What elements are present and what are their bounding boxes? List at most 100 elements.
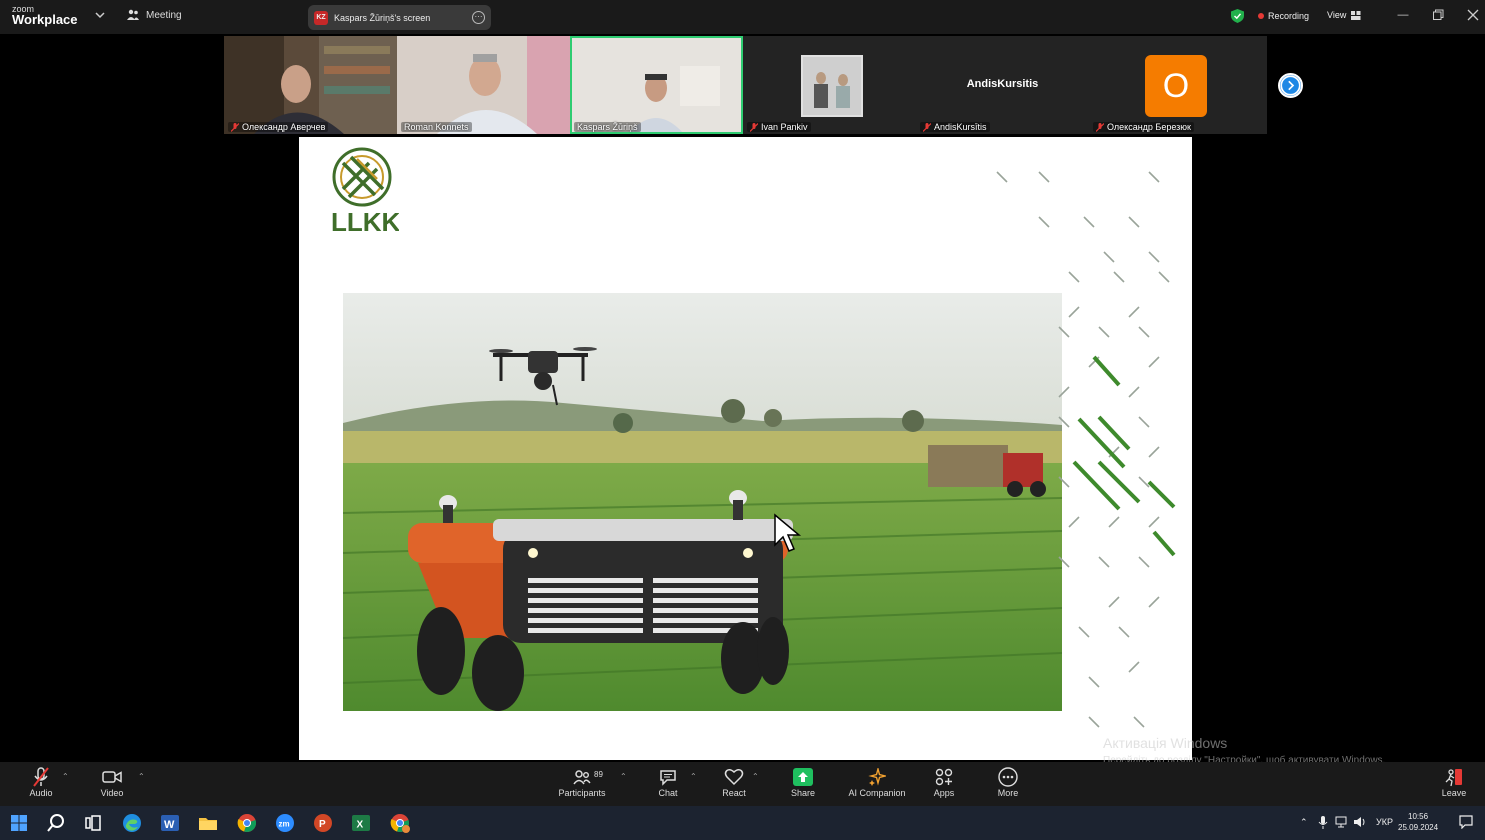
chat-icon	[660, 770, 676, 786]
chrome-icon[interactable]	[236, 812, 258, 834]
more-dots-icon	[998, 767, 1018, 787]
tray-mic-icon[interactable]	[1318, 816, 1328, 829]
video-camera-icon	[102, 771, 122, 783]
audio-options-caret-icon[interactable]: ⌃	[62, 772, 69, 781]
mic-muted-icon	[231, 122, 239, 132]
apps-button[interactable]: Apps	[929, 766, 959, 804]
presenter-avatar: KZ	[314, 10, 328, 25]
close-icon[interactable]	[1466, 8, 1480, 22]
mic-muted-icon	[1096, 122, 1104, 132]
more-label: More	[997, 788, 1019, 798]
chat-button[interactable]: Chat	[654, 766, 682, 804]
mic-muted-icon	[33, 767, 49, 787]
chrome-profile-icon[interactable]	[389, 812, 411, 834]
edge-browser-icon[interactable]	[121, 812, 143, 834]
video-options-caret-icon[interactable]: ⌃	[138, 772, 145, 781]
participant-initial-avatar: O	[1145, 55, 1207, 117]
participant-name: Олександр Березюк	[1093, 122, 1194, 132]
zoom-app-icon[interactable]: zm	[274, 812, 296, 834]
heart-icon	[724, 769, 744, 786]
powerpoint-icon[interactable]: P	[312, 812, 334, 834]
participants-label: Participants	[558, 788, 606, 798]
ai-companion-label: AI Companion	[848, 788, 906, 798]
chat-options-caret-icon[interactable]: ⌃	[690, 772, 697, 781]
windows-start-icon[interactable]	[8, 812, 30, 834]
meeting-button[interactable]: Meeting	[126, 9, 182, 21]
react-label: React	[722, 788, 746, 798]
participant-thumbnail	[743, 36, 916, 134]
chevron-down-icon[interactable]	[94, 9, 106, 21]
participant-name-text: Roman Konnets	[404, 122, 469, 132]
meeting-toolbar: Audio ⌃ Video ⌃ Participants 89 ⌃ Chat ⌃…	[0, 762, 1485, 806]
title-bar: zoom Workplace Meeting KZ Kaspars Žūriņš…	[0, 0, 1485, 34]
tray-language[interactable]: УКР	[1376, 817, 1393, 827]
sparkle-icon	[868, 768, 886, 786]
mic-muted-icon	[750, 122, 758, 132]
video-gallery-strip: Олександр Аверчев Roman Konnets Kaspars …	[224, 36, 1267, 134]
participant-name: Kaspars Žūriņš	[574, 122, 641, 132]
apps-icon	[935, 768, 953, 786]
participant-tile[interactable]: AndisKursitis AndisKursītis	[916, 36, 1089, 134]
react-options-caret-icon[interactable]: ⌃	[752, 772, 759, 781]
participant-name-text: Ivan Pankiv	[761, 122, 808, 132]
leave-button[interactable]: Leave	[1439, 766, 1469, 804]
participant-tile[interactable]: Roman Konnets	[397, 36, 570, 134]
mic-muted-icon	[923, 122, 931, 132]
apps-label: Apps	[933, 788, 955, 798]
svg-text:P: P	[319, 819, 326, 830]
participant-name: Олександр Аверчев	[228, 122, 329, 132]
people-icon	[127, 9, 139, 20]
more-options-icon[interactable]: ···	[472, 11, 485, 24]
participant-name-text: Олександр Аверчев	[242, 122, 326, 132]
ai-companion-button[interactable]: AI Companion	[845, 766, 909, 804]
participants-count: 89	[594, 770, 603, 779]
tray-chevron-up-icon[interactable]: ⌃	[1300, 817, 1308, 828]
shared-screen-pill[interactable]: KZ Kaspars Žūriņš's screen ···	[308, 5, 491, 30]
participant-tile-active-speaker[interactable]: Kaspars Žūriņš	[570, 36, 743, 134]
participant-tile[interactable]: Ivan Pankiv	[743, 36, 916, 134]
llkk-logo: LLKK	[331, 147, 399, 233]
search-icon[interactable]	[45, 812, 67, 834]
meeting-label: Meeting	[146, 9, 182, 21]
participant-name-text: Kaspars Žūriņš	[577, 122, 638, 132]
participants-options-caret-icon[interactable]: ⌃	[620, 772, 627, 781]
leave-label: Leave	[1441, 788, 1467, 798]
task-view-icon[interactable]	[82, 812, 104, 834]
tray-volume-icon[interactable]	[1353, 816, 1367, 828]
view-label: View	[1327, 10, 1347, 20]
video-button[interactable]: Video	[97, 766, 127, 804]
minimize-icon[interactable]: —	[1396, 8, 1410, 22]
participant-tile[interactable]: O Олександр Березюк	[1089, 36, 1262, 134]
word-icon[interactable]: W	[159, 812, 181, 834]
share-label: Share	[790, 788, 816, 798]
recording-indicator[interactable]: Recording	[1258, 11, 1309, 21]
shared-screen-label: Kaspars Žūriņš's screen	[334, 12, 431, 23]
shield-icon[interactable]	[1231, 9, 1244, 23]
more-button[interactable]: More	[993, 766, 1023, 804]
view-button[interactable]: View	[1327, 10, 1361, 20]
grid-icon	[1351, 10, 1361, 20]
zoom-workplace-logo[interactable]: zoom Workplace	[12, 4, 78, 27]
logo-text: LLKK	[331, 207, 399, 233]
windows-taskbar: W zm P X ⌃ УКР 10:56 25.09.2024	[0, 806, 1485, 840]
file-explorer-icon[interactable]	[197, 812, 219, 834]
svg-text:zm: zm	[279, 820, 290, 829]
audio-button[interactable]: Audio	[26, 766, 56, 804]
watermark-line-1: Активація Windows	[1103, 735, 1228, 751]
restore-icon[interactable]	[1431, 8, 1445, 22]
participant-name: AndisKursītis	[920, 122, 990, 132]
participant-tile[interactable]: Олександр Аверчев	[224, 36, 397, 134]
tray-network-icon[interactable]	[1335, 816, 1349, 828]
excel-icon[interactable]: X	[350, 812, 372, 834]
participant-name-text: AndisKursītis	[934, 122, 987, 132]
tray-clock[interactable]: 10:56 25.09.2024	[1398, 811, 1438, 833]
presentation-slide: LLKK	[299, 137, 1192, 760]
notifications-icon[interactable]	[1459, 815, 1473, 829]
logo-big-text: Workplace	[12, 12, 78, 27]
tray-date: 25.09.2024	[1398, 823, 1439, 832]
react-button[interactable]: React	[719, 766, 749, 804]
share-button[interactable]: Share	[788, 766, 818, 804]
audio-label: Audio	[29, 788, 53, 798]
next-page-icon[interactable]	[1278, 73, 1303, 98]
participants-icon	[573, 770, 591, 785]
